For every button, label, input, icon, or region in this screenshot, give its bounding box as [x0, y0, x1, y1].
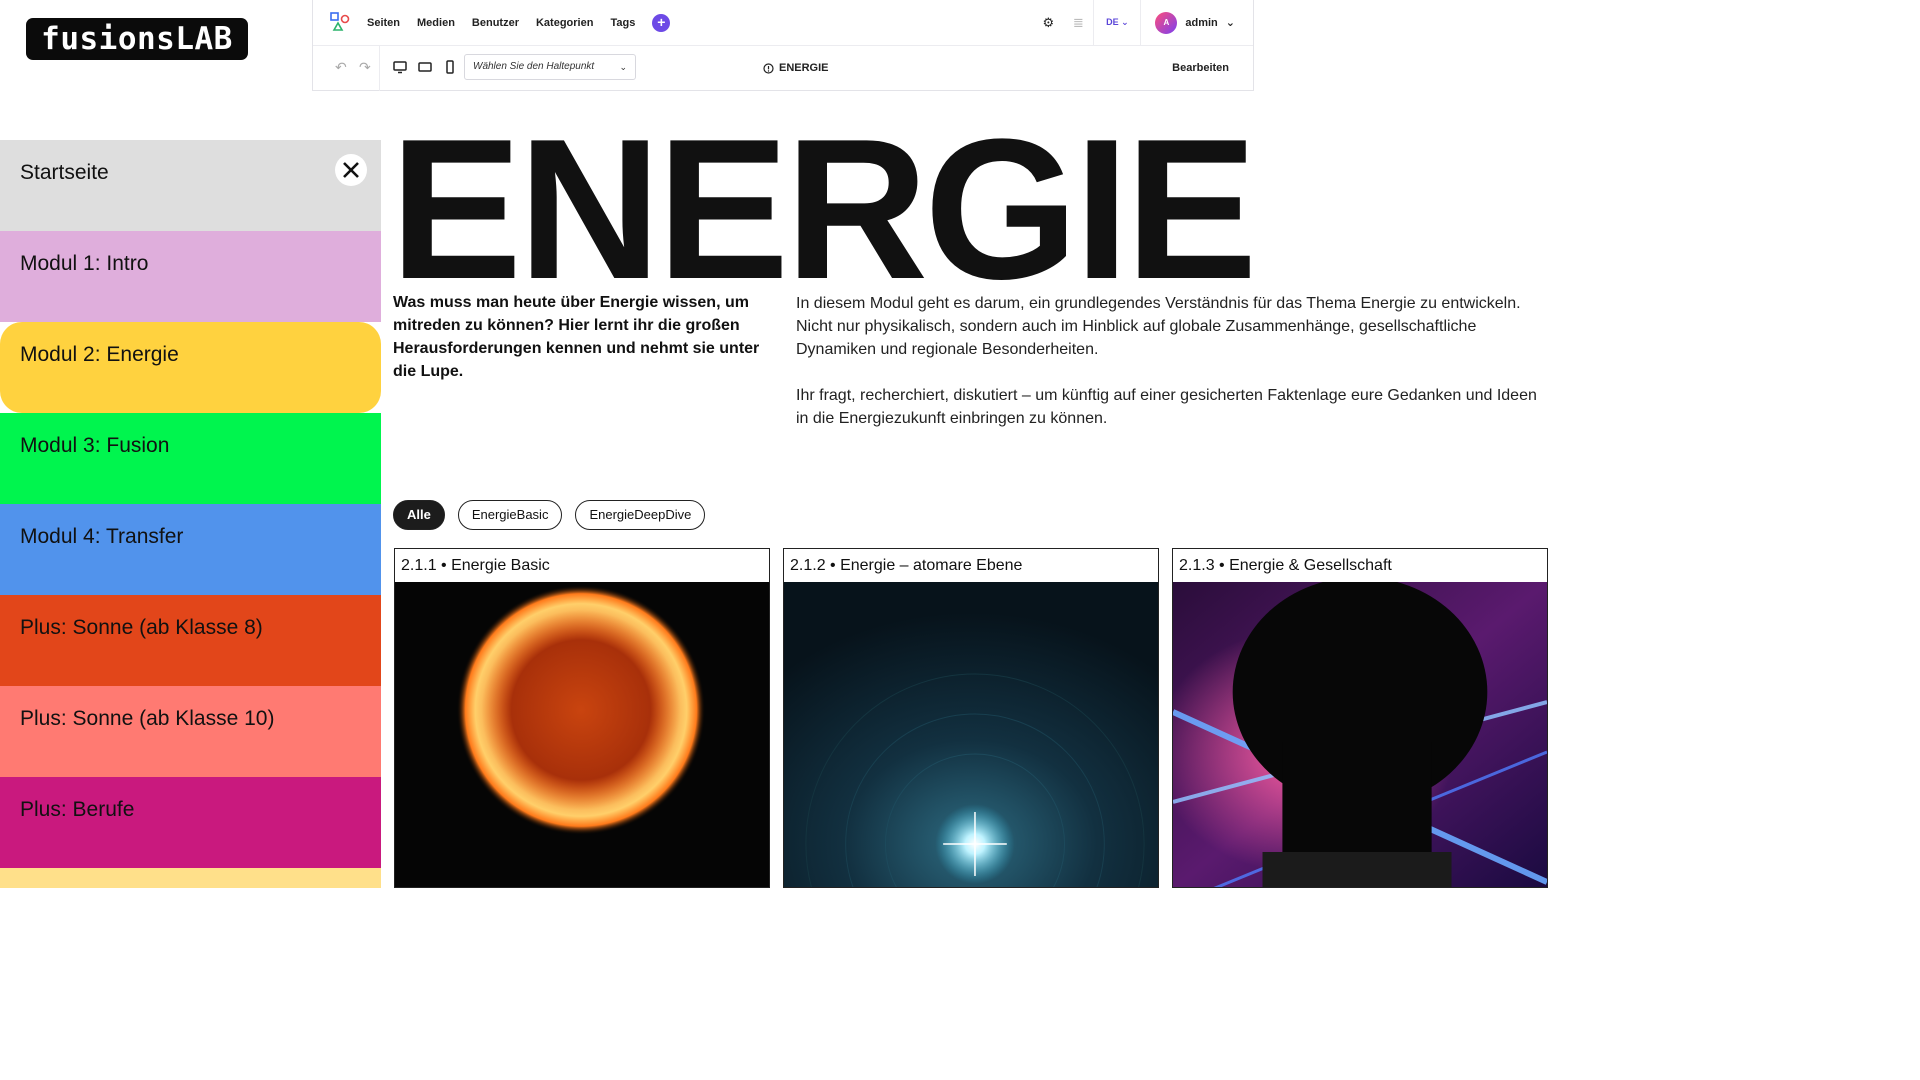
close-icon	[343, 162, 359, 178]
sidebar-item-sonne-8[interactable]: Plus: Sonne (ab Klasse 8)	[0, 595, 381, 686]
sidebar-item-startseite[interactable]: Startseite	[0, 140, 381, 231]
card-energie-basic[interactable]: 2.1.1 • Energie Basic	[394, 548, 770, 888]
module-sidebar: Startseite Modul 1: Intro Modul 2: Energ…	[0, 140, 381, 888]
edit-button[interactable]: Bearbeiten	[1172, 45, 1229, 91]
nav-users[interactable]: Benutzer	[472, 17, 519, 29]
sidebar-item-berufe[interactable]: Plus: Berufe	[0, 777, 381, 868]
chevron-down-icon: ⌄	[1121, 17, 1129, 27]
user-menu[interactable]: A admin ⌄	[1141, 11, 1253, 34]
breakpoint-select[interactable]: Wählen Sie den Haltepunkt ⌄	[464, 54, 636, 80]
sun-image	[395, 582, 769, 887]
tablet-icon[interactable]	[418, 60, 432, 74]
intro-paragraph: In diesem Modul geht es darum, ein grund…	[796, 295, 1521, 358]
editor-top-bar: Seiten Medien Benutzer Kategorien Tags +…	[313, 0, 1253, 46]
sidebar-item-label: Plus: Sonne (ab Klasse 10)	[20, 707, 275, 730]
editor-bottom-bar: ↶ ↷ Wählen Sie den Haltepunkt ⌄ ENERGIE …	[313, 45, 1253, 91]
editor-toolbar: Seiten Medien Benutzer Kategorien Tags +…	[312, 0, 1254, 91]
sidebar-item-modul-1[interactable]: Modul 1: Intro	[0, 231, 381, 322]
divider	[379, 45, 380, 91]
card-title: 2.1.2 • Energie – atomare Ebene	[784, 549, 1158, 583]
avatar: A	[1155, 11, 1178, 34]
nav-pages[interactable]: Seiten	[367, 17, 400, 29]
sidebar-item-sonne-10[interactable]: Plus: Sonne (ab Klasse 10)	[0, 686, 381, 777]
sidebar-item-next[interactable]	[0, 868, 381, 888]
close-button[interactable]	[335, 154, 367, 186]
sidebar-item-modul-4[interactable]: Modul 4: Transfer	[0, 504, 381, 595]
sidebar-item-label: Plus: Berufe	[20, 798, 135, 821]
page-title: ENERGIE	[390, 98, 1257, 321]
mobile-icon[interactable]	[443, 60, 457, 74]
sidebar-item-label: Modul 3: Fusion	[20, 434, 170, 457]
filter-energiedeepdive[interactable]: EnergieDeepDive	[575, 500, 706, 530]
info-icon	[763, 62, 774, 74]
stack-icon[interactable]: ≣	[1063, 15, 1093, 31]
sidebar-item-label: Modul 1: Intro	[20, 252, 149, 275]
card-title: 2.1.3 • Energie & Gesellschaft	[1173, 549, 1547, 583]
card-energie-atomar[interactable]: 2.1.2 • Energie – atomare Ebene	[783, 548, 1159, 888]
desktop-icon[interactable]	[393, 60, 407, 74]
cms-logo-icon[interactable]	[329, 11, 351, 33]
filter-energiebasic[interactable]: EnergieBasic	[457, 500, 563, 530]
gear-icon[interactable]: ⚙	[1033, 15, 1063, 31]
user-name: admin	[1185, 16, 1218, 29]
add-button[interactable]: +	[652, 13, 671, 32]
sidebar-item-label: Plus: Sonne (ab Klasse 8)	[20, 616, 263, 639]
sidebar-item-modul-3[interactable]: Modul 3: Fusion	[0, 413, 381, 504]
editor-nav: Seiten Medien Benutzer Kategorien Tags +	[367, 0, 671, 45]
intro-paragraph: Ihr fragt, recherchiert, diskutiert – um…	[796, 387, 1537, 427]
redo-icon[interactable]: ↷	[359, 59, 371, 76]
current-page-name: ENERGIE	[779, 62, 829, 74]
sidebar-item-label: Startseite	[20, 161, 109, 184]
filter-alle[interactable]: Alle	[393, 500, 445, 530]
filter-bar: Alle EnergieBasic EnergieDeepDive	[393, 500, 706, 530]
chevron-down-icon: ⌄	[619, 62, 627, 72]
sidebar-item-label: Modul 2: Energie	[20, 343, 179, 366]
nav-categories[interactable]: Kategorien	[536, 17, 593, 29]
atom-light-image	[784, 582, 1158, 887]
sidebar-item-label: Modul 4: Transfer	[20, 525, 184, 548]
language-value: DE	[1106, 17, 1119, 27]
lead-text: Was muss man heute über Energie wissen, …	[393, 294, 760, 380]
sidebar-item-modul-2[interactable]: Modul 2: Energie	[0, 322, 381, 413]
nav-media[interactable]: Medien	[417, 17, 455, 29]
chevron-down-icon: ⌄	[1225, 17, 1235, 29]
card-title: 2.1.1 • Energie Basic	[395, 549, 769, 583]
editor-right-controls: ⚙ ≣ DE ⌄ A admin ⌄	[1033, 0, 1253, 45]
breakpoint-placeholder: Wählen Sie den Haltepunkt	[473, 61, 595, 72]
person-plasma-image	[1173, 582, 1547, 887]
nav-tags[interactable]: Tags	[610, 17, 635, 29]
current-page-indicator: ENERGIE	[763, 45, 829, 91]
undo-icon[interactable]: ↶	[335, 59, 347, 76]
intro-text: In diesem Modul geht es darum, ein grund…	[796, 292, 1546, 453]
card-energie-gesellschaft[interactable]: 2.1.3 • Energie & Gesellschaft	[1172, 548, 1548, 888]
language-select[interactable]: DE ⌄	[1094, 17, 1140, 28]
fusionslab-logo[interactable]: fusionsLAB	[26, 18, 248, 60]
